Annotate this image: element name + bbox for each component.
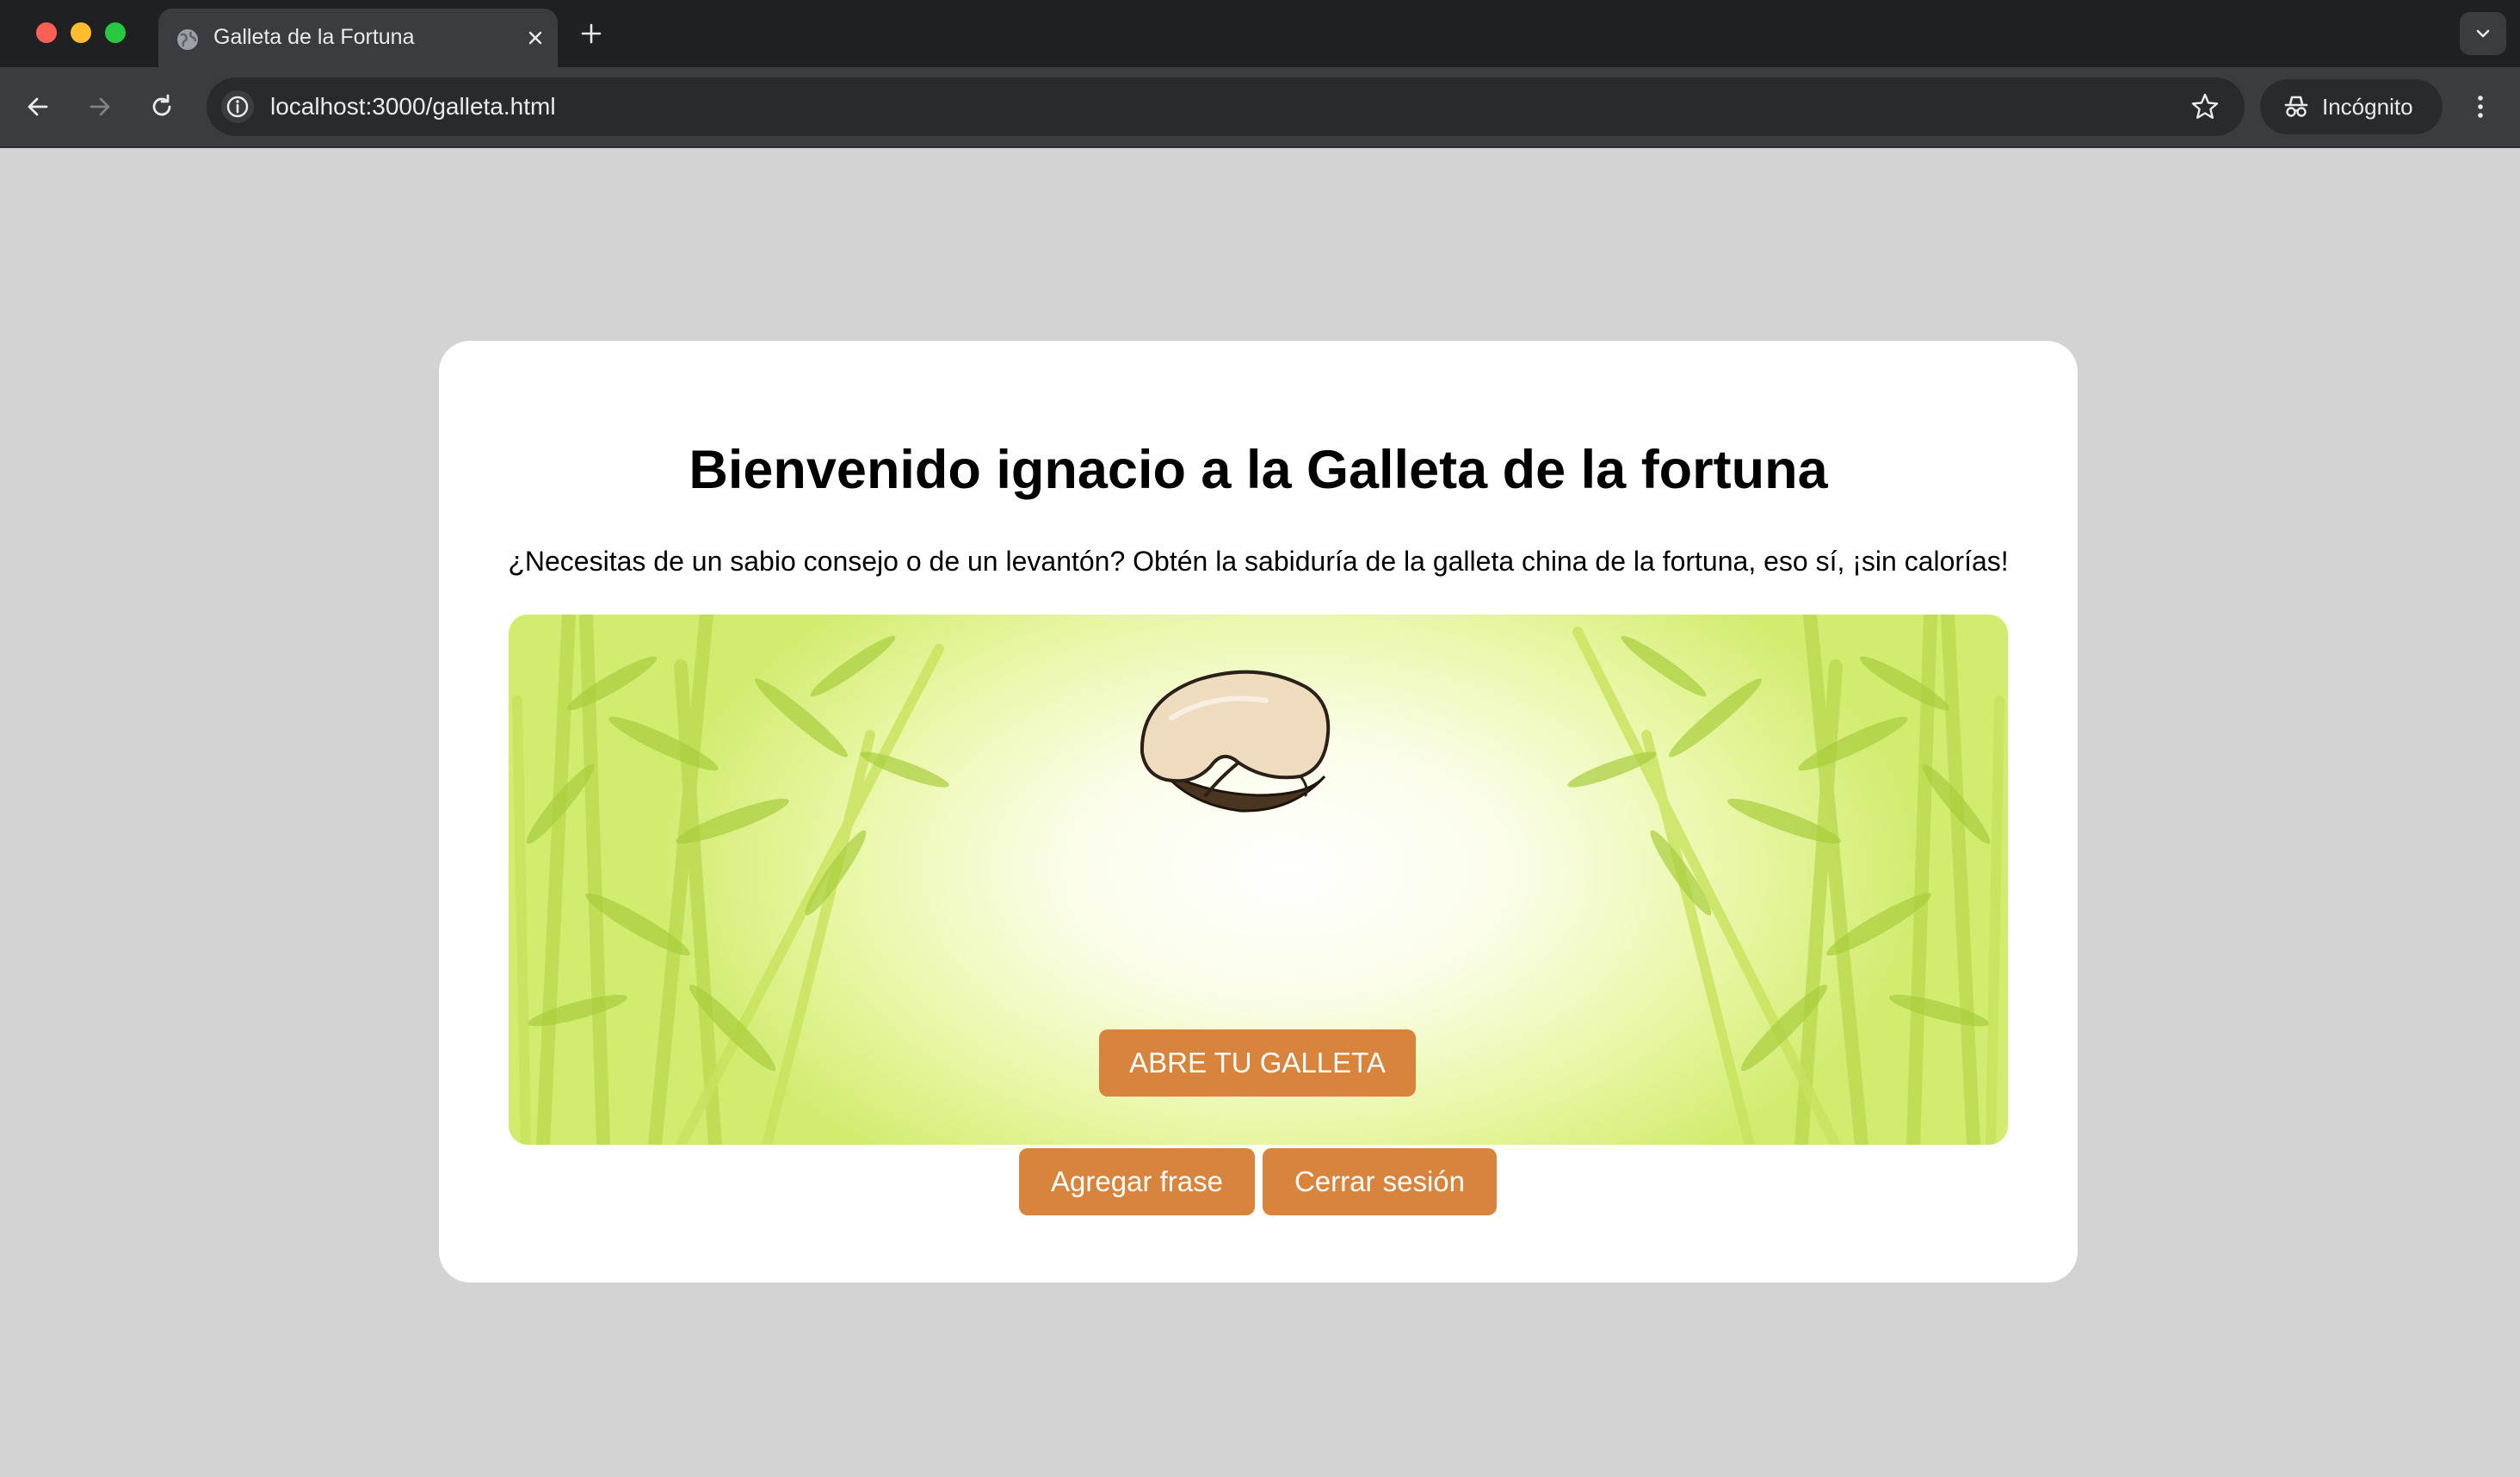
url-text: localhost:3000/galleta.html xyxy=(270,93,556,120)
incognito-icon xyxy=(2284,96,2308,117)
bamboo-right-illustration xyxy=(1567,615,2004,1145)
forward-arrow-icon[interactable] xyxy=(84,91,115,122)
browser-tab-active[interactable]: Galleta de la Fortuna xyxy=(158,9,558,67)
incognito-badge[interactable]: Incógnito xyxy=(2260,79,2443,134)
toolbar-divider xyxy=(0,146,2520,148)
tab-search-button[interactable] xyxy=(2460,12,2506,55)
bamboo-left-illustration xyxy=(512,615,949,1145)
chevron-down-icon xyxy=(2476,29,2490,38)
close-icon[interactable] xyxy=(523,26,547,50)
window-minimize-button[interactable] xyxy=(71,22,91,43)
back-arrow-icon[interactable] xyxy=(22,91,53,122)
tab-title: Galleta de la Fortuna xyxy=(213,25,415,49)
window-maximize-button[interactable] xyxy=(105,22,126,43)
browser-tab-bar: Galleta de la Fortuna xyxy=(0,0,2520,67)
fortune-card: Bienvenido ignacio a la Galleta de la fo… xyxy=(439,341,2078,1282)
kebab-menu-icon[interactable] xyxy=(2465,91,2496,122)
add-phrase-button[interactable]: Agregar frase xyxy=(1019,1148,1255,1215)
incognito-label: Incógnito xyxy=(2322,94,2413,120)
address-bar[interactable]: localhost:3000/galleta.html xyxy=(207,77,2245,136)
open-cookie-button[interactable]: ABRE TU GALLETA xyxy=(1099,1029,1416,1097)
plus-icon[interactable] xyxy=(578,21,604,46)
page-subtitle: ¿Necesitas de un sabio consejo o de un l… xyxy=(508,546,2009,577)
info-icon[interactable] xyxy=(220,90,255,124)
star-icon[interactable] xyxy=(2190,91,2220,122)
browser-toolbar: localhost:3000/galleta.html Incógnito xyxy=(0,67,2520,146)
globe-icon xyxy=(177,29,198,50)
window-close-button[interactable] xyxy=(36,22,57,43)
page-title: Bienvenido ignacio a la Galleta de la fo… xyxy=(689,440,1828,500)
logout-button[interactable]: Cerrar sesión xyxy=(1263,1148,1497,1215)
fortune-cookie-image[interactable] xyxy=(1137,666,1337,814)
reload-icon[interactable] xyxy=(146,91,177,122)
